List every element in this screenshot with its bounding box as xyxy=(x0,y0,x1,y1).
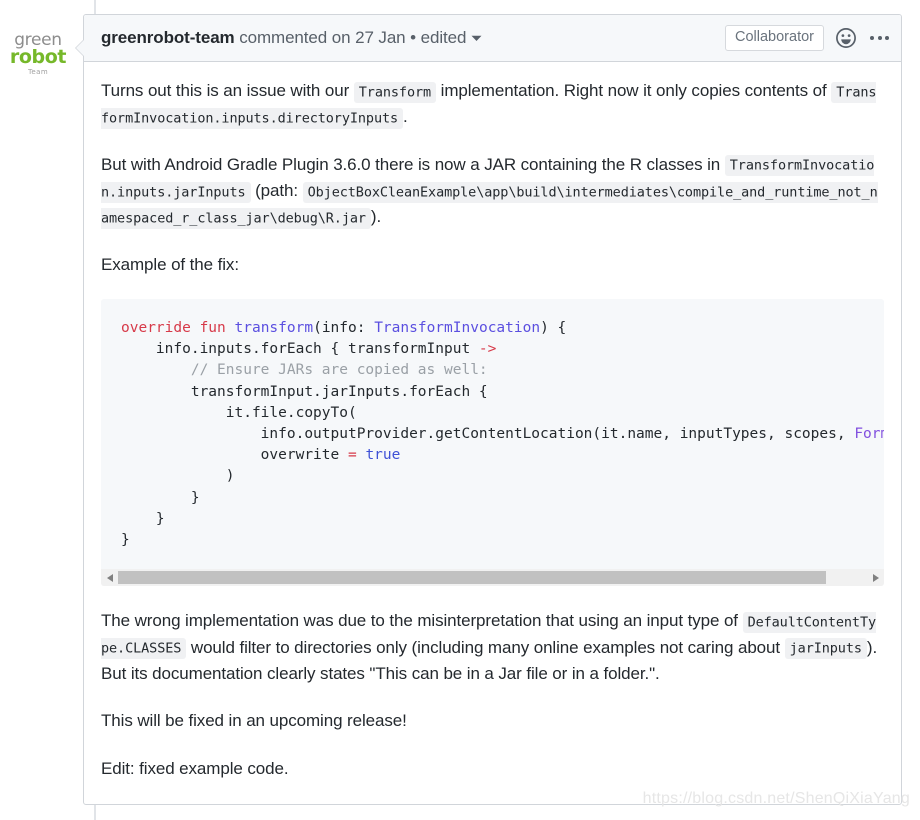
scroll-right-arrow[interactable] xyxy=(867,569,884,586)
comment-header-actions: Collaborator xyxy=(725,25,891,51)
code-line: overwrite = true xyxy=(101,445,884,466)
comment-byline: greenrobot-team commented on 27 Jan • ed… xyxy=(101,28,482,48)
code-token: } xyxy=(121,489,200,506)
edited-dropdown-label[interactable]: edited xyxy=(421,28,467,47)
p2-text-a: But with Android Gradle Plugin 3.6.0 the… xyxy=(101,154,725,174)
code-token: // Ensure JARs are copied as well: xyxy=(121,362,488,379)
p2-text-c: ). xyxy=(370,207,382,227)
avatar-text-robot: robot xyxy=(9,46,67,68)
kebab-dot-3 xyxy=(885,36,889,40)
comment-body: Turns out this is an issue with our Tran… xyxy=(84,62,901,804)
code-line: ) xyxy=(101,466,884,487)
code-line: it.file.copyTo( xyxy=(101,403,884,424)
p4-text-a: The wrong implementation was due to the … xyxy=(101,611,743,631)
code-token: transform xyxy=(234,320,314,337)
code-token: it.file.copyTo( xyxy=(121,404,357,421)
p1-text-a: Turns out this is an issue with our xyxy=(101,81,354,100)
p1-text-c: . xyxy=(403,107,408,127)
inline-code-jarinputs-2: jarInputs xyxy=(784,638,867,660)
chevron-down-icon[interactable] xyxy=(471,35,482,42)
paragraph-4: The wrong implementation was due to the … xyxy=(101,608,884,687)
p2-text-b: (path: xyxy=(250,181,303,201)
smiley-icon-glyph xyxy=(836,28,856,48)
comment-author-link[interactable]: greenrobot-team xyxy=(101,28,235,47)
code-line: info.inputs.forEach { transformInput -> xyxy=(101,339,884,360)
code-token: ) xyxy=(121,468,235,485)
comment-header: greenrobot-team commented on 27 Jan • ed… xyxy=(84,15,901,62)
github-issue-comment-page: green robot Team greenrobot-team comment… xyxy=(0,0,920,820)
code-token: ) { xyxy=(540,320,567,337)
scroll-right-arrow-glyph xyxy=(872,573,879,582)
p4-text-b: would filter to directories only (includ… xyxy=(186,637,785,657)
paragraph-5: This will be fixed in an upcoming releas… xyxy=(101,711,407,731)
comment-box: greenrobot-team commented on 27 Jan • ed… xyxy=(75,14,902,806)
kebab-menu-icon[interactable] xyxy=(868,28,891,48)
code-line: transformInput.jarInputs.forEach { xyxy=(101,382,884,403)
code-line: info.outputProvider.getContentLocation(i… xyxy=(101,424,884,445)
code-token: TransformInvocation xyxy=(374,320,541,337)
code-token: transformInput.jarInputs.forEach { xyxy=(121,383,488,400)
code-token: Format xyxy=(854,426,884,443)
avatar[interactable]: green robot Team xyxy=(8,26,68,82)
code-horizontal-scrollbar[interactable] xyxy=(101,569,884,587)
paragraph-2: But with Android Gradle Plugin 3.6.0 the… xyxy=(101,152,884,231)
inline-code-transform: Transform xyxy=(353,81,437,103)
scroll-left-arrow-glyph xyxy=(106,573,113,582)
comment-action: commented on xyxy=(239,28,351,47)
code-token: fun xyxy=(199,320,226,337)
scrollbar-track[interactable] xyxy=(118,571,867,585)
comment-date[interactable]: 27 Jan xyxy=(355,28,406,47)
code-line: } xyxy=(101,509,884,530)
code-token: = xyxy=(347,447,357,464)
paragraph-3: Example of the fix: xyxy=(101,254,239,274)
code-token: override xyxy=(121,320,191,337)
code-token: } xyxy=(121,510,165,527)
smiley-icon[interactable] xyxy=(835,27,857,49)
kebab-dot-2 xyxy=(877,36,882,40)
code-token: info.outputProvider.getContentLocation(i… xyxy=(121,426,855,443)
code-token: overwrite xyxy=(121,447,348,464)
code-token: (info: xyxy=(313,320,375,337)
code-token: } xyxy=(121,532,130,549)
code-line: } xyxy=(101,530,884,551)
kebab-dot-1 xyxy=(870,36,874,40)
code-block: override fun transform(info: TransformIn… xyxy=(101,299,884,587)
paragraph-1: Turns out this is an issue with our Tran… xyxy=(101,78,884,131)
code-token: true xyxy=(365,447,401,464)
paragraph-6: Edit: fixed example code. xyxy=(101,758,289,778)
code-line: // Ensure JARs are copied as well: xyxy=(101,360,884,381)
scrollbar-thumb[interactable] xyxy=(118,571,826,585)
avatar-text-team: Team xyxy=(27,68,49,76)
code-block-content: override fun transform(info: TransformIn… xyxy=(101,299,884,569)
p1-text-b: implementation. Right now it only copies… xyxy=(436,81,832,100)
code-token: -> xyxy=(478,341,497,358)
code-line: override fun transform(info: TransformIn… xyxy=(101,318,884,339)
scroll-left-arrow[interactable] xyxy=(101,569,118,586)
code-line: } xyxy=(101,488,884,509)
status-badge-collaborator: Collaborator xyxy=(725,25,824,51)
code-token: info.inputs.forEach { transformInput xyxy=(121,341,479,358)
